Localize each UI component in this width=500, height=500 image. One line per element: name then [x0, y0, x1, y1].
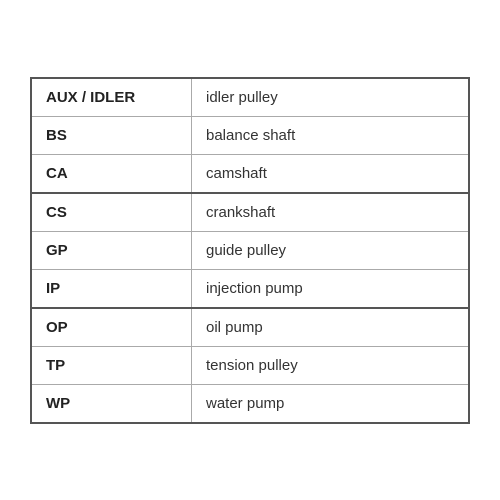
abbreviation-cell: CS	[32, 194, 192, 231]
table-row: WPwater pump	[32, 385, 468, 422]
description-cell: injection pump	[192, 270, 468, 307]
abbreviation-cell: CA	[32, 155, 192, 192]
table-row: OPoil pump	[32, 309, 468, 347]
description-cell: water pump	[192, 385, 468, 422]
description-cell: idler pulley	[192, 79, 468, 116]
table-row: BSbalance shaft	[32, 117, 468, 155]
table-row: IPinjection pump	[32, 270, 468, 309]
table-row: CScrankshaft	[32, 194, 468, 232]
description-cell: crankshaft	[192, 194, 468, 231]
abbreviation-cell: GP	[32, 232, 192, 269]
abbreviation-cell: WP	[32, 385, 192, 422]
table-row: AUX / IDLERidler pulley	[32, 79, 468, 117]
description-cell: camshaft	[192, 155, 468, 192]
description-cell: tension pulley	[192, 347, 468, 384]
table-row: TPtension pulley	[32, 347, 468, 385]
description-cell: balance shaft	[192, 117, 468, 154]
table-row: GPguide pulley	[32, 232, 468, 270]
description-cell: oil pump	[192, 309, 468, 346]
abbreviation-cell: AUX / IDLER	[32, 79, 192, 116]
table-row: CAcamshaft	[32, 155, 468, 194]
abbreviation-cell: TP	[32, 347, 192, 384]
abbreviation-cell: OP	[32, 309, 192, 346]
abbreviation-cell: IP	[32, 270, 192, 307]
description-cell: guide pulley	[192, 232, 468, 269]
abbreviation-cell: BS	[32, 117, 192, 154]
abbreviations-table: AUX / IDLERidler pulleyBSbalance shaftCA…	[30, 77, 470, 424]
